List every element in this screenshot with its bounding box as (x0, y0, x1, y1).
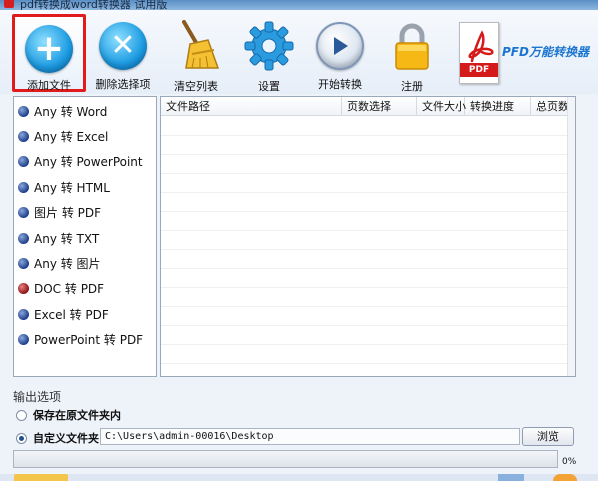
add-file-label: 添加文件 (27, 79, 71, 92)
table-header: 文件路径 页数选择 文件大小 转换进度 总页数 (161, 97, 575, 116)
window-title: pdf转换成word转换器 试用版 (20, 0, 168, 10)
radio-custom-folder[interactable]: 自定义文件夹 (16, 430, 99, 446)
row-divider (161, 211, 575, 212)
clear-list-label: 清空列表 (174, 80, 218, 93)
row-divider (161, 249, 575, 250)
plus-icon: + (21, 21, 77, 73)
radio-circle[interactable] (16, 409, 27, 421)
column-header-total[interactable]: 总页数 (531, 97, 569, 116)
row-divider (161, 154, 575, 155)
bullet-icon (18, 282, 29, 294)
bottom-widget[interactable] (498, 474, 524, 481)
bullet-icon (18, 257, 29, 269)
bullet-icon (18, 181, 29, 193)
register-button[interactable]: 注册 (375, 14, 449, 93)
radio-circle-selected[interactable] (16, 432, 27, 444)
row-divider (161, 173, 575, 174)
brand-name: PFD万能转换器 (502, 45, 589, 59)
column-header-pages[interactable]: 页数选择 (342, 97, 417, 116)
conversion-type-list: Any 转 Word Any 转 Excel Any 转 PowerPoint … (13, 96, 157, 377)
bottom-strip (0, 474, 598, 481)
column-header-path[interactable]: 文件路径 (161, 97, 342, 116)
column-header-progress[interactable]: 转换进度 (465, 97, 531, 116)
row-divider (161, 268, 575, 269)
conversion-item[interactable]: Any 转 Word (18, 100, 154, 122)
progress-percent: 0% (562, 457, 577, 467)
start-convert-label: 开始转换 (318, 78, 362, 91)
title-bar: pdf转换成word转换器 试用版 (0, 0, 598, 10)
delete-x-icon: ✕ (95, 18, 151, 72)
browse-button[interactable]: 浏览 (522, 427, 574, 446)
settings-button[interactable]: 设置 (232, 14, 306, 93)
register-label: 注册 (401, 80, 423, 93)
conversion-item[interactable]: Any 转 图片 (18, 252, 154, 274)
conversion-item[interactable]: Excel 转 PDF (18, 303, 154, 325)
bullet-icon (18, 232, 29, 244)
row-divider (161, 230, 575, 231)
row-divider (161, 344, 575, 345)
conversion-item[interactable]: Any 转 Excel (18, 125, 154, 147)
row-divider (161, 287, 575, 288)
conversion-item[interactable]: Any 转 HTML (18, 176, 154, 198)
bullet-icon (18, 308, 29, 320)
bullet-icon (18, 206, 29, 218)
bullet-icon (18, 155, 29, 167)
conversion-item[interactable]: 图片 转 PDF (18, 201, 154, 223)
conversion-item-label: Any 转 图片 (34, 256, 101, 271)
gear-icon (241, 18, 297, 74)
output-options-label: 输出选项 (13, 390, 62, 404)
conversion-item[interactable]: PowerPoint 转 PDF (18, 328, 154, 350)
conversion-item-label: Any 转 TXT (34, 231, 100, 246)
bullet-icon (18, 333, 29, 345)
delete-selected-button[interactable]: ✕ 删除选择项 (86, 14, 160, 92)
pdf-logo-icon: PDF (459, 22, 499, 84)
toolbar: + 添加文件 ✕ 删除选择项 清空列表 设置 开始转换 注册 PDF PFD万能… (0, 10, 598, 94)
radio-custom-folder-label: 自定义文件夹 (33, 432, 99, 445)
bullet-icon (18, 130, 29, 142)
bottom-left-widget[interactable] (14, 474, 68, 481)
conversion-item-label: Any 转 Word (34, 104, 108, 119)
conversion-item[interactable]: Any 转 TXT (18, 227, 154, 249)
play-icon (312, 18, 368, 72)
row-divider (161, 192, 575, 193)
clear-list-button[interactable]: 清空列表 (159, 14, 233, 93)
conversion-item[interactable]: DOC 转 PDF (18, 277, 154, 299)
add-file-button[interactable]: + 添加文件 (12, 14, 86, 92)
row-divider (161, 363, 575, 364)
radio-same-folder-label: 保存在原文件夹内 (33, 409, 121, 422)
conversion-item-label: 图片 转 PDF (34, 205, 102, 220)
lock-icon (384, 18, 440, 74)
column-header-size[interactable]: 文件大小 (417, 97, 466, 116)
conversion-item-label: DOC 转 PDF (34, 281, 105, 296)
conversion-item-label: PowerPoint 转 PDF (34, 332, 144, 347)
file-table[interactable]: 文件路径 页数选择 文件大小 转换进度 总页数 (160, 96, 576, 377)
settings-label: 设置 (258, 80, 280, 93)
conversion-item-label: Any 转 HTML (34, 180, 110, 195)
progress-bar (13, 450, 558, 468)
row-divider (161, 135, 575, 136)
conversion-item[interactable]: Any 转 PowerPoint (18, 150, 154, 172)
delete-selected-label: 删除选择项 (95, 78, 151, 91)
radio-same-folder[interactable]: 保存在原文件夹内 (16, 407, 121, 423)
start-convert-button[interactable]: 开始转换 (303, 14, 377, 92)
row-divider (161, 306, 575, 307)
app-icon (4, 0, 14, 8)
row-divider (161, 325, 575, 326)
bottom-right-widget[interactable] (553, 474, 577, 481)
output-path-field[interactable]: C:\Users\admin-00016\Desktop (100, 428, 520, 445)
conversion-item-label: Excel 转 PDF (34, 307, 109, 322)
scrollbar[interactable] (567, 97, 575, 376)
conversion-item-label: Any 转 Excel (34, 129, 109, 144)
conversion-item-label: Any 转 PowerPoint (34, 154, 143, 169)
pdf-badge: PDF (460, 63, 498, 77)
bullet-icon (18, 105, 29, 117)
broom-icon (168, 18, 224, 74)
